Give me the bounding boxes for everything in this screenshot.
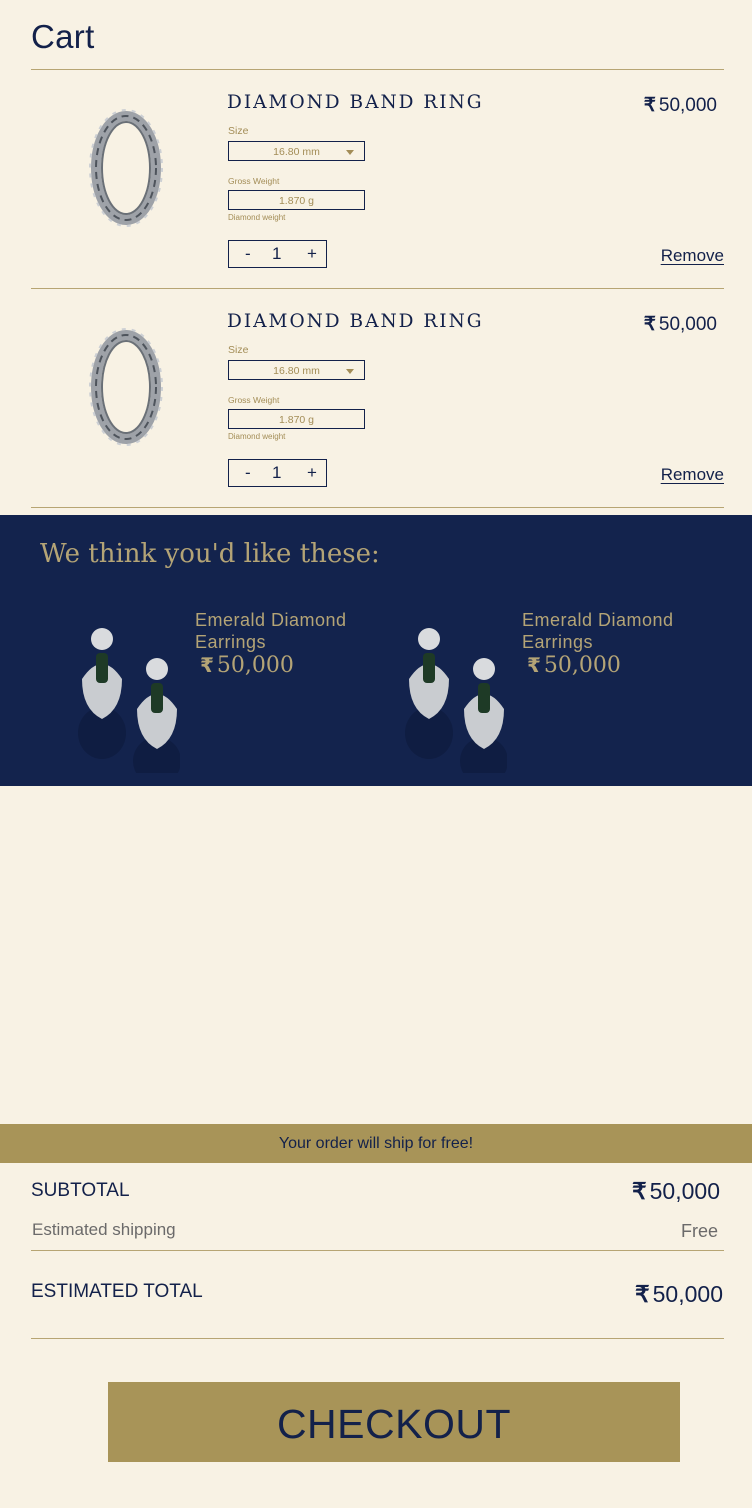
divider — [31, 1338, 724, 1339]
total-value: ₹50,000 — [635, 1281, 723, 1308]
product-name[interactable]: DIAMOND BAND RING — [227, 311, 484, 332]
subtotal-row: SUBTOTAL ₹50,000 — [31, 1178, 724, 1208]
remove-button[interactable]: Remove — [661, 246, 724, 266]
recommended-product-price: ₹50,000 — [200, 653, 294, 678]
subtotal-label: SUBTOTAL — [31, 1180, 130, 1201]
price-value: 50,000 — [543, 653, 621, 678]
quantity-stepper: - 1 + — [228, 459, 327, 487]
rupee-icon: ₹ — [200, 653, 214, 677]
price-value: 50,000 — [649, 1178, 720, 1204]
qty-plus-button[interactable]: + — [307, 244, 317, 264]
product-price: ₹50,000 — [644, 94, 717, 117]
recommended-product-price: ₹50,000 — [527, 653, 621, 678]
shipping-value: Free — [680, 1221, 718, 1241]
rupee-icon: ₹ — [643, 314, 656, 335]
ring-product-image — [89, 328, 163, 446]
price-value: 50,000 — [658, 314, 717, 335]
rupee-icon: ₹ — [635, 1281, 650, 1307]
gross-weight-field: 1.870 g — [228, 190, 365, 210]
gross-weight-field: 1.870 g — [228, 409, 365, 429]
shipping-label: Estimated shipping — [32, 1220, 176, 1239]
recommended-product-name[interactable]: Emerald Diamond Earrings — [195, 609, 385, 653]
cart-item: DIAMOND BAND RING ₹50,000 Size 16.80 mm … — [0, 70, 752, 270]
qty-minus-button[interactable]: - — [245, 244, 251, 264]
product-price: ₹50,000 — [644, 313, 717, 336]
product-name[interactable]: DIAMOND BAND RING — [227, 92, 484, 113]
earrings-product-image — [78, 628, 180, 773]
qty-value: 1 — [272, 244, 282, 263]
recommended-product-card[interactable]: Emerald Diamond Earrings ₹50,000 — [60, 609, 390, 773]
size-label: Size — [228, 125, 249, 137]
subtotal-value: ₹50,000 — [632, 1178, 720, 1205]
size-select[interactable]: 16.80 mm — [228, 141, 365, 161]
ring-product-image — [89, 109, 163, 227]
page-title: Cart — [31, 18, 95, 55]
rupee-icon: ₹ — [632, 1178, 647, 1204]
divider — [31, 1250, 724, 1251]
recommendations-title: We think you'd like these: — [40, 539, 380, 569]
qty-plus-button[interactable]: + — [307, 463, 317, 483]
total-row: ESTIMATED TOTAL ₹50,000 — [31, 1280, 724, 1310]
cart-item: DIAMOND BAND RING ₹50,000 Size 16.80 mm … — [0, 289, 752, 489]
remove-button[interactable]: Remove — [661, 465, 724, 485]
shipping-row: Estimated shipping Free — [31, 1218, 724, 1244]
divider — [31, 507, 724, 508]
quantity-stepper: - 1 + — [228, 240, 327, 268]
size-value: 16.80 mm — [273, 365, 320, 377]
free-shipping-banner: Your order will ship for free! — [0, 1124, 752, 1163]
gross-weight-label: Gross Weight — [228, 176, 280, 186]
price-value: 50,000 — [652, 1281, 723, 1307]
earrings-product-image — [405, 628, 507, 773]
size-label: Size — [228, 344, 249, 356]
size-select[interactable]: 16.80 mm — [228, 360, 365, 380]
chevron-down-icon — [346, 369, 354, 374]
diamond-weight-label: Diamond weight — [228, 213, 286, 222]
rupee-icon: ₹ — [643, 95, 656, 116]
chevron-down-icon — [346, 150, 354, 155]
recommendations-section: We think you'd like these: Emerald Diamo… — [0, 515, 752, 786]
qty-value: 1 — [272, 463, 282, 482]
price-value: 50,000 — [658, 95, 717, 116]
gross-weight-label: Gross Weight — [228, 395, 280, 405]
size-value: 16.80 mm — [273, 146, 320, 158]
recommended-product-card[interactable]: Emerald Diamond Earrings ₹50,000 — [387, 609, 717, 773]
qty-minus-button[interactable]: - — [245, 463, 251, 483]
diamond-weight-label: Diamond weight — [228, 432, 286, 441]
recommended-product-name[interactable]: Emerald Diamond Earrings — [522, 609, 712, 653]
price-value: 50,000 — [216, 653, 294, 678]
total-label: ESTIMATED TOTAL — [31, 1281, 203, 1302]
checkout-button[interactable]: CHECKOUT — [108, 1382, 680, 1462]
rupee-icon: ₹ — [527, 653, 541, 677]
